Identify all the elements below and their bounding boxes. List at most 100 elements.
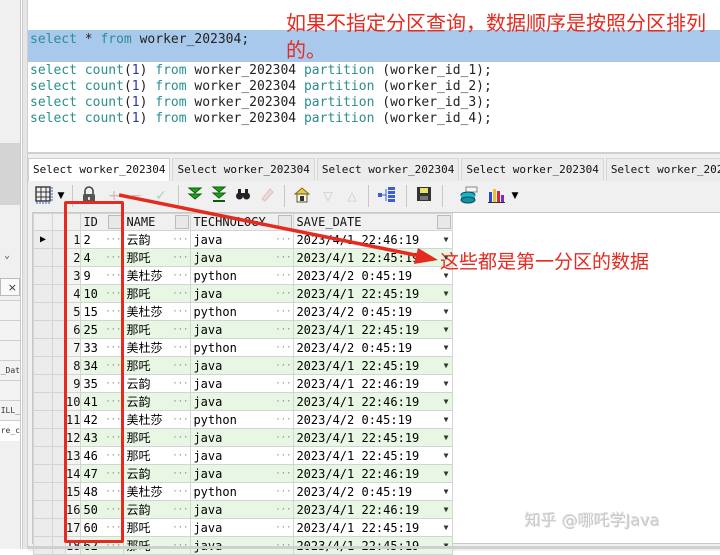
row-indicator[interactable] <box>33 320 53 339</box>
ellipsis-button[interactable]: ··· <box>275 451 293 461</box>
dropdown-arrow-icon[interactable]: ▼ <box>444 451 452 460</box>
cell-name[interactable]: 那吒 ··· <box>123 356 192 375</box>
cell-save-date[interactable]: 2023/4/1 22:45:19▼ <box>293 356 454 375</box>
ellipsis-button[interactable]: ··· <box>105 361 123 371</box>
cell-name[interactable]: 美杜莎 ··· <box>123 482 192 501</box>
ellipsis-button[interactable]: ··· <box>172 307 190 317</box>
left-panel-item[interactable] <box>0 380 20 401</box>
add-record-icon[interactable]: + <box>106 186 122 206</box>
column-filter-button[interactable] <box>108 215 123 229</box>
dropdown-arrow-icon[interactable]: ▼ <box>444 505 452 514</box>
row-indicator[interactable] <box>33 518 53 537</box>
cell-name[interactable]: 那吒 ··· <box>123 320 192 339</box>
ellipsis-button[interactable]: ··· <box>105 505 123 515</box>
find-icon[interactable] <box>234 186 252 206</box>
cell-technology[interactable]: java ··· <box>190 518 295 537</box>
ellipsis-button[interactable]: ··· <box>172 343 190 353</box>
dropdown-arrow-icon[interactable]: ▼ <box>444 415 452 424</box>
dropdown-arrow-icon[interactable]: ▼ <box>444 289 452 298</box>
table-row[interactable]: 14 47 ··· 云韵 ··· java ··· 2023/4/1 22:46:19 ▼ <box>33 464 454 483</box>
table-row[interactable]: 16 50 ··· 云韵 ··· java ··· 2023/4/1 22:46:19 ▼ <box>33 500 454 519</box>
table-row[interactable]: 13 46 ··· 那吒 ··· java ··· 2023/4/1 22:45:19 ▼ <box>33 446 454 465</box>
left-panel-item[interactable]: _Dat <box>0 360 20 381</box>
row-indicator[interactable] <box>33 266 53 285</box>
cell-save-date[interactable]: 2023/4/2 0:45:19 ▼ <box>293 338 454 357</box>
cell-save-date[interactable]: 2023/4/1 22:45:19▼ <box>293 248 454 267</box>
ellipsis-button[interactable]: ··· <box>275 235 293 245</box>
ellipsis-button[interactable]: ··· <box>105 415 123 425</box>
ellipsis-button[interactable]: ··· <box>105 379 123 389</box>
cell-id[interactable]: 60 ··· <box>80 518 125 537</box>
fetch-next-icon[interactable] <box>186 186 204 206</box>
ellipsis-button[interactable]: ··· <box>105 271 123 281</box>
table-row[interactable]: 15 48 ··· 美杜莎 ··· python ··· 2023/4/2 0:45:19 ▼ <box>33 482 454 501</box>
dropdown-arrow-icon[interactable]: ▼ <box>444 397 452 406</box>
cell-technology[interactable]: java ··· <box>190 446 295 465</box>
ellipsis-button[interactable]: ··· <box>172 469 190 479</box>
code-line[interactable]: select count(1) from worker_202304 parti… <box>30 63 492 79</box>
cell-save-date[interactable]: 2023/4/2 0:45:19 ▼ <box>293 266 454 285</box>
ellipsis-button[interactable]: ··· <box>275 433 293 443</box>
column-filter-button[interactable] <box>437 215 452 229</box>
sort-desc-icon[interactable]: ▽ <box>320 186 336 206</box>
table-row[interactable]: 7 33 ··· 美杜莎 ··· python ··· 2023/4/2 0:45:19 ▼ <box>33 338 454 357</box>
cell-technology[interactable]: java ··· <box>190 248 295 267</box>
cell-name[interactable]: 那吒 ··· <box>123 248 192 267</box>
close-icon[interactable]: × <box>0 278 20 296</box>
ellipsis-button[interactable]: ··· <box>275 505 293 515</box>
left-panel-item[interactable] <box>0 340 20 361</box>
table-row[interactable]: 9 35 ··· 云韵 ··· java ··· 2023/4/1 22:46:19 ▼ <box>33 374 454 393</box>
result-tab[interactable]: Select worker_202304 <box>172 158 315 181</box>
lock-icon[interactable] <box>80 186 98 206</box>
row-indicator[interactable] <box>33 248 53 267</box>
dropdown-arrow-icon[interactable]: ▼ <box>444 235 452 244</box>
ellipsis-button[interactable]: ··· <box>105 235 123 245</box>
ellipsis-button[interactable]: ··· <box>172 451 190 461</box>
code-line[interactable]: select count(1) from worker_202304 parti… <box>30 111 492 127</box>
dropdown-arrow-icon[interactable]: ▼ <box>444 469 452 478</box>
left-panel-item[interactable] <box>0 320 20 341</box>
cell-name[interactable]: 那吒 ··· <box>123 518 192 537</box>
cell-name[interactable]: 美杜莎 ··· <box>123 338 192 357</box>
cell-technology[interactable]: python ··· <box>190 410 295 429</box>
ellipsis-button[interactable]: ··· <box>275 325 293 335</box>
cell-technology[interactable]: java ··· <box>190 464 295 483</box>
dropdown-arrow-icon[interactable]: ▼ <box>444 487 452 496</box>
cell-save-date[interactable]: 2023/4/1 22:46:19 ▼ <box>293 230 454 249</box>
post-edit-icon[interactable]: ✓ <box>152 186 170 206</box>
ellipsis-button[interactable]: ··· <box>172 433 190 443</box>
ellipsis-button[interactable]: ··· <box>172 397 190 407</box>
ellipsis-button[interactable]: ··· <box>105 343 123 353</box>
ellipsis-button[interactable]: ··· <box>172 523 190 533</box>
cell-id[interactable]: 46 ··· <box>80 446 125 465</box>
ellipsis-button[interactable]: ··· <box>172 379 190 389</box>
scrollbar-thumb[interactable] <box>0 143 20 205</box>
cell-id[interactable]: 4 ··· <box>80 248 125 267</box>
left-panel-item[interactable]: re_c <box>0 420 20 441</box>
dropdown-arrow-icon[interactable]: ▼ <box>444 343 452 352</box>
row-indicator[interactable] <box>33 446 53 465</box>
cell-name[interactable]: 那吒 ··· <box>123 428 192 447</box>
code-line[interactable]: select count(1) from worker_202304 parti… <box>30 79 492 95</box>
delete-record-icon[interactable]: − <box>128 186 144 206</box>
cell-id[interactable]: 41 ··· <box>80 392 125 411</box>
cell-technology[interactable]: python ··· <box>190 266 295 285</box>
cell-id[interactable]: 2 ··· <box>80 230 125 249</box>
cell-technology[interactable]: java ··· <box>190 230 295 249</box>
cell-technology[interactable]: java ··· <box>190 392 295 411</box>
row-indicator[interactable] <box>33 392 53 411</box>
cell-technology[interactable]: java ··· <box>190 428 295 447</box>
table-row[interactable]: 6 25 ··· 那吒 ··· java ··· 2023/4/1 22:45:19 ▼ <box>33 320 454 339</box>
row-indicator[interactable] <box>33 338 53 357</box>
cell-id[interactable]: 25 ··· <box>80 320 125 339</box>
table-row[interactable]: 5 15 ··· 美杜莎 ··· python ··· 2023/4/2 0:45:19 ▼ <box>33 302 454 321</box>
table-row[interactable]: 17 60 ··· 那吒 ··· java ··· 2023/4/1 22:45:19 ▼ <box>33 518 454 537</box>
table-row[interactable]: 12 43 ··· 那吒 ··· java ··· 2023/4/1 22:45:19 ▼ <box>33 428 454 447</box>
save-icon[interactable] <box>414 186 434 206</box>
ellipsis-button[interactable]: ··· <box>105 451 123 461</box>
fetch-all-icon[interactable] <box>210 186 228 206</box>
ellipsis-button[interactable]: ··· <box>275 487 293 497</box>
dropdown-arrow-icon[interactable]: ▼ <box>444 307 452 316</box>
ellipsis-button[interactable]: ··· <box>172 361 190 371</box>
dropdown-arrow-icon[interactable]: ▼ <box>444 523 452 532</box>
